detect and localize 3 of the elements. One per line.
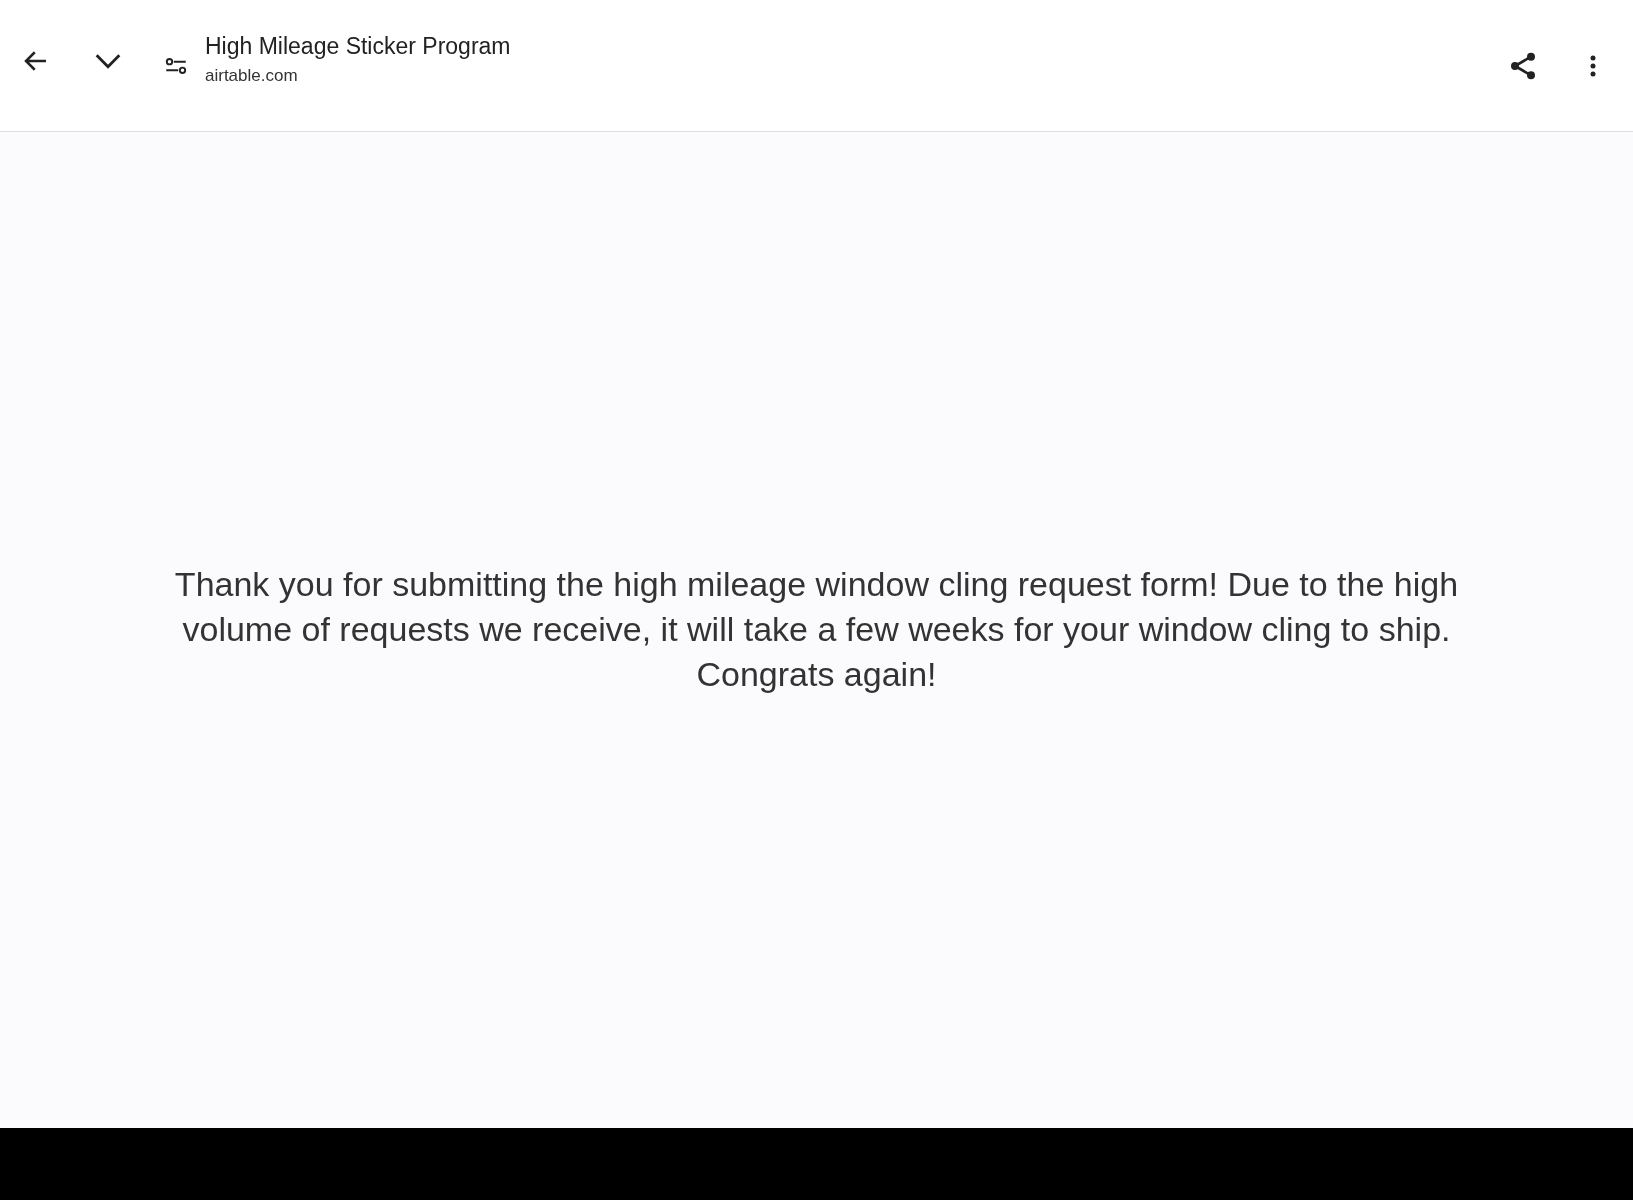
page-url: airtable.com: [205, 66, 299, 86]
page-title: High Mileage Sticker Program: [205, 33, 511, 60]
confirmation-message: Thank you for submitting the high mileage window cling request form! Due to the high volume of requests we receive, it will take a few weeks for your window cling to ship. Congrats again!: [173, 563, 1460, 695]
